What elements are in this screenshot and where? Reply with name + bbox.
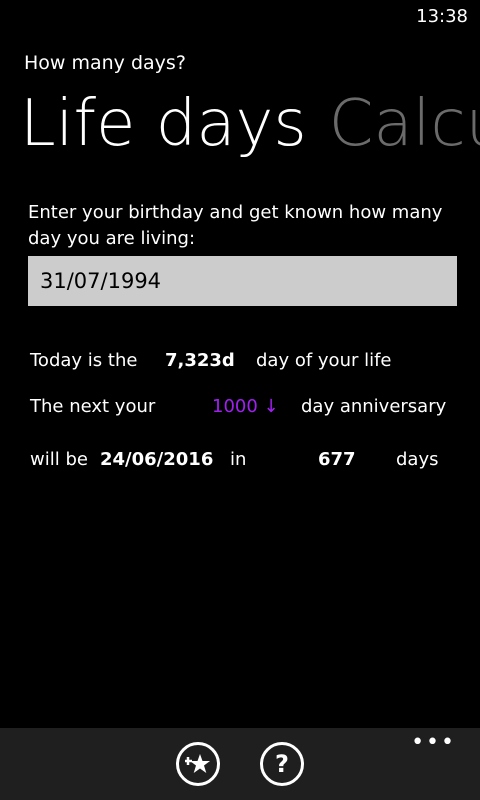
clock: 13:38 bbox=[416, 6, 468, 27]
days-remaining: 677 bbox=[318, 449, 356, 470]
next-prefix: The next your bbox=[30, 396, 156, 417]
today-suffix: day of your life bbox=[256, 350, 392, 371]
help-button[interactable]: ? bbox=[260, 742, 304, 786]
help-icon: ? bbox=[275, 750, 289, 778]
pivot-header: Life days Calcu bbox=[20, 84, 480, 164]
days-lived: 7,323d bbox=[165, 350, 235, 371]
anniversary-picker[interactable]: 1000 ↓ bbox=[212, 396, 279, 417]
today-prefix: Today is the bbox=[30, 350, 138, 371]
anniversary-date: 24/06/2016 bbox=[100, 449, 214, 470]
days-label: days bbox=[396, 449, 439, 470]
will-be-label: will be bbox=[30, 449, 88, 470]
instructions-text: Enter your birthday and get known how ma… bbox=[28, 202, 443, 249]
app-bar: ? ••• bbox=[0, 728, 480, 800]
birthday-input[interactable] bbox=[28, 256, 457, 306]
pin-star-icon bbox=[184, 751, 211, 777]
pivot-item-calculator[interactable]: Calcu bbox=[329, 87, 480, 161]
app-title: How many days? bbox=[24, 52, 186, 74]
more-menu-button[interactable]: ••• bbox=[411, 730, 456, 755]
pivot-item-life-days[interactable]: Life days bbox=[20, 87, 307, 161]
in-label: in bbox=[230, 449, 247, 470]
pin-button[interactable] bbox=[176, 742, 220, 786]
next-suffix: day anniversary bbox=[301, 396, 447, 417]
